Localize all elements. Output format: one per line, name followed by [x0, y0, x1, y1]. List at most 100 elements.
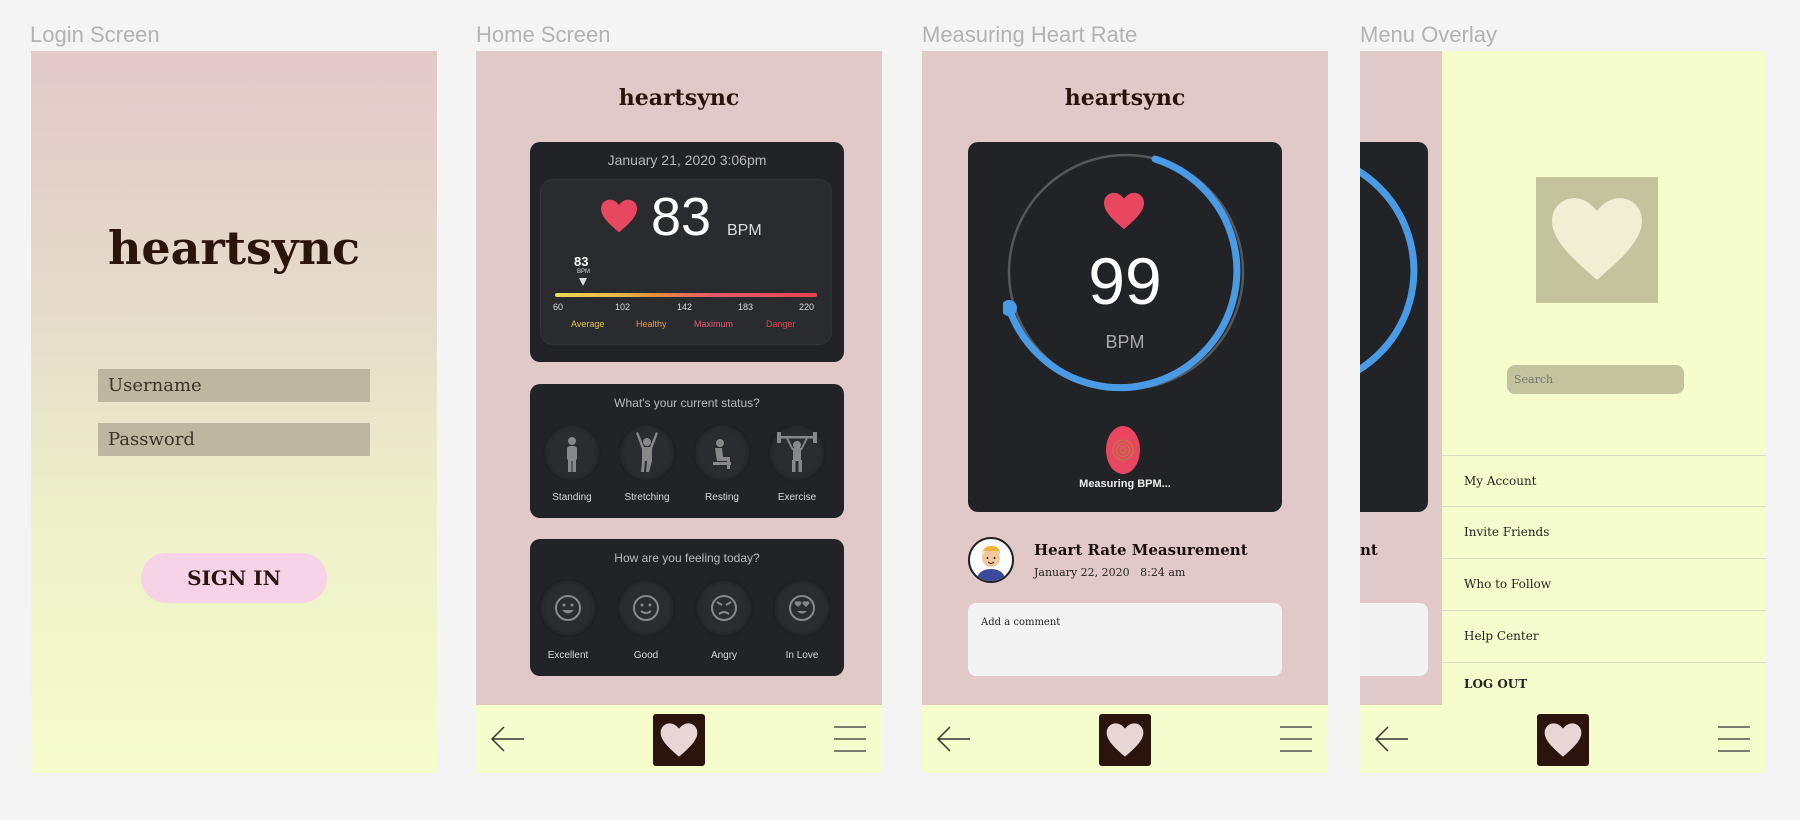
bottom-nav — [476, 705, 882, 773]
feeling-angry-button[interactable] — [695, 579, 753, 637]
zone-label-maximum: Maximum — [694, 319, 734, 329]
heart-icon — [1106, 723, 1144, 757]
frame-label-menu: Menu Overlay — [1360, 22, 1497, 47]
zone-label-average: Average — [571, 319, 605, 329]
heart-icon — [599, 198, 639, 239]
status-label-resting: Resting — [705, 492, 739, 503]
measurement-card: 99 BPM Measuring BPM... — [968, 142, 1282, 512]
weightlifting-person-icon — [777, 432, 817, 472]
profile-heart-image — [1536, 177, 1658, 303]
status-standing-button[interactable] — [543, 424, 601, 482]
password-field[interactable] — [98, 423, 370, 456]
sign-in-button[interactable]: SIGN IN — [141, 553, 327, 603]
heart-eyes-face-icon — [789, 595, 815, 621]
resting-person-icon — [713, 439, 731, 469]
frame-label-measure: Measuring Heart Rate — [922, 22, 1138, 47]
fingerprint-icon — [1112, 439, 1134, 461]
home-heart-button[interactable] — [1099, 714, 1151, 766]
bottom-nav — [922, 705, 1328, 773]
stretching-person-icon — [636, 432, 658, 472]
status-label-exercise: Exercise — [777, 492, 817, 503]
reading-panel: 83 BPM 83 BPM 60 102 142 183 220 Average… — [541, 180, 831, 344]
hamburger-menu-icon[interactable] — [1278, 721, 1314, 757]
bottom-nav — [1360, 705, 1766, 773]
menu-item-my-account[interactable]: My Account — [1442, 455, 1766, 506]
standing-person-icon — [567, 437, 577, 472]
hamburger-menu-icon[interactable] — [832, 721, 868, 757]
home-heart-button[interactable] — [653, 714, 705, 766]
menu-item-invite-friends[interactable]: Invite Friends — [1442, 506, 1766, 557]
feeling-in-love-button[interactable] — [773, 579, 831, 637]
username-field[interactable] — [98, 369, 370, 402]
home-heart-button[interactable] — [1537, 714, 1589, 766]
feeling-label-excellent: Excellent — [547, 650, 589, 661]
feeling-question: How are you feeling today? — [614, 551, 760, 565]
heart-rate-scale-bar — [555, 293, 817, 297]
grinning-face-icon — [555, 595, 581, 621]
avatar[interactable] — [968, 537, 1014, 583]
status-label-stretching: Stretching — [624, 492, 670, 503]
back-arrow-icon[interactable] — [1374, 721, 1410, 757]
scale-label: 220 — [799, 302, 815, 312]
fingerprint-button[interactable] — [1106, 426, 1140, 474]
search-input[interactable] — [1507, 365, 1684, 394]
hamburger-menu-icon[interactable] — [1716, 721, 1752, 757]
user-avatar-icon — [976, 545, 1006, 581]
entry-title-partial: nt — [1360, 541, 1378, 559]
feeling-good-button[interactable] — [617, 579, 675, 637]
menu-panel: My Account Invite Friends Who to Follow … — [1442, 51, 1766, 773]
zone-label-healthy: Healthy — [636, 319, 667, 329]
measured-bpm-value: 99 — [1088, 244, 1162, 318]
current-bpm-value: 83 — [651, 187, 712, 247]
logout-button[interactable]: LOG OUT — [1442, 662, 1766, 705]
back-arrow-icon[interactable] — [490, 721, 526, 757]
status-stretching-button[interactable] — [618, 424, 676, 482]
feeling-excellent-button[interactable] — [539, 579, 597, 637]
heart-icon — [1101, 191, 1147, 236]
status-label-standing: Standing — [552, 492, 592, 503]
frame-label-home: Home Screen — [476, 22, 611, 47]
comment-placeholder: Add a comment — [981, 617, 1061, 628]
feeling-card: How are you feeling today? Excellent Goo… — [530, 539, 844, 676]
entry-title: Heart Rate Measurement — [1034, 541, 1248, 559]
measuring-screen: heartsync 99 BPM Measuring BPM... Heart … — [922, 51, 1328, 773]
angry-face-icon — [711, 595, 737, 621]
status-resting-button[interactable] — [693, 424, 751, 482]
measurement-card-partial — [1360, 142, 1428, 512]
menu-item-who-to-follow[interactable]: Who to Follow — [1442, 558, 1766, 609]
comment-box[interactable]: Add a comment — [968, 603, 1282, 676]
home-screen: heartsync January 21, 2020 3:06pm 83 BPM… — [476, 51, 882, 773]
feeling-label-angry: Angry — [710, 650, 738, 661]
heart-icon — [660, 723, 698, 757]
menu-item-help-center[interactable]: Help Center — [1442, 610, 1766, 661]
status-exercise-button[interactable] — [768, 424, 826, 482]
smiling-face-icon — [633, 595, 659, 621]
reading-timestamp: January 21, 2020 3:06pm — [607, 152, 767, 168]
marker-value: 83 — [574, 254, 589, 269]
scale-label: 183 — [738, 302, 754, 312]
app-title: heartsync — [618, 85, 740, 111]
heart-icon — [1552, 198, 1642, 280]
heart-icon — [1544, 723, 1582, 757]
frame-label-login: Login Screen — [30, 22, 160, 47]
back-arrow-icon[interactable] — [936, 721, 972, 757]
feeling-label-in-love: In Love — [785, 650, 819, 661]
scale-label: 142 — [677, 302, 693, 312]
scale-label: 60 — [553, 302, 564, 312]
scale-label: 102 — [615, 302, 631, 312]
zone-label-danger: Danger — [766, 319, 796, 329]
app-logo-title: heartsync — [107, 221, 361, 275]
menu-overlay-screen: nt My Account Invite Friends Who to Foll… — [1360, 51, 1766, 773]
measuring-status-text: Measuring BPM... — [1079, 478, 1171, 490]
current-bpm-unit: BPM — [727, 222, 762, 239]
measured-bpm-unit: BPM — [1105, 332, 1145, 352]
status-question: What's your current status? — [614, 396, 760, 410]
login-screen: heartsync SIGN IN — [31, 51, 437, 773]
entry-date: January 22, 2020 8:24 am — [1034, 566, 1186, 579]
status-card: What's your current status? Standing Str… — [530, 384, 844, 518]
app-title: heartsync — [1064, 85, 1186, 111]
comment-box-partial — [1360, 603, 1428, 676]
marker-unit: BPM — [577, 269, 591, 275]
heart-rate-card: January 21, 2020 3:06pm 83 BPM 83 BPM 60… — [530, 142, 844, 362]
feeling-label-good: Good — [633, 650, 659, 661]
